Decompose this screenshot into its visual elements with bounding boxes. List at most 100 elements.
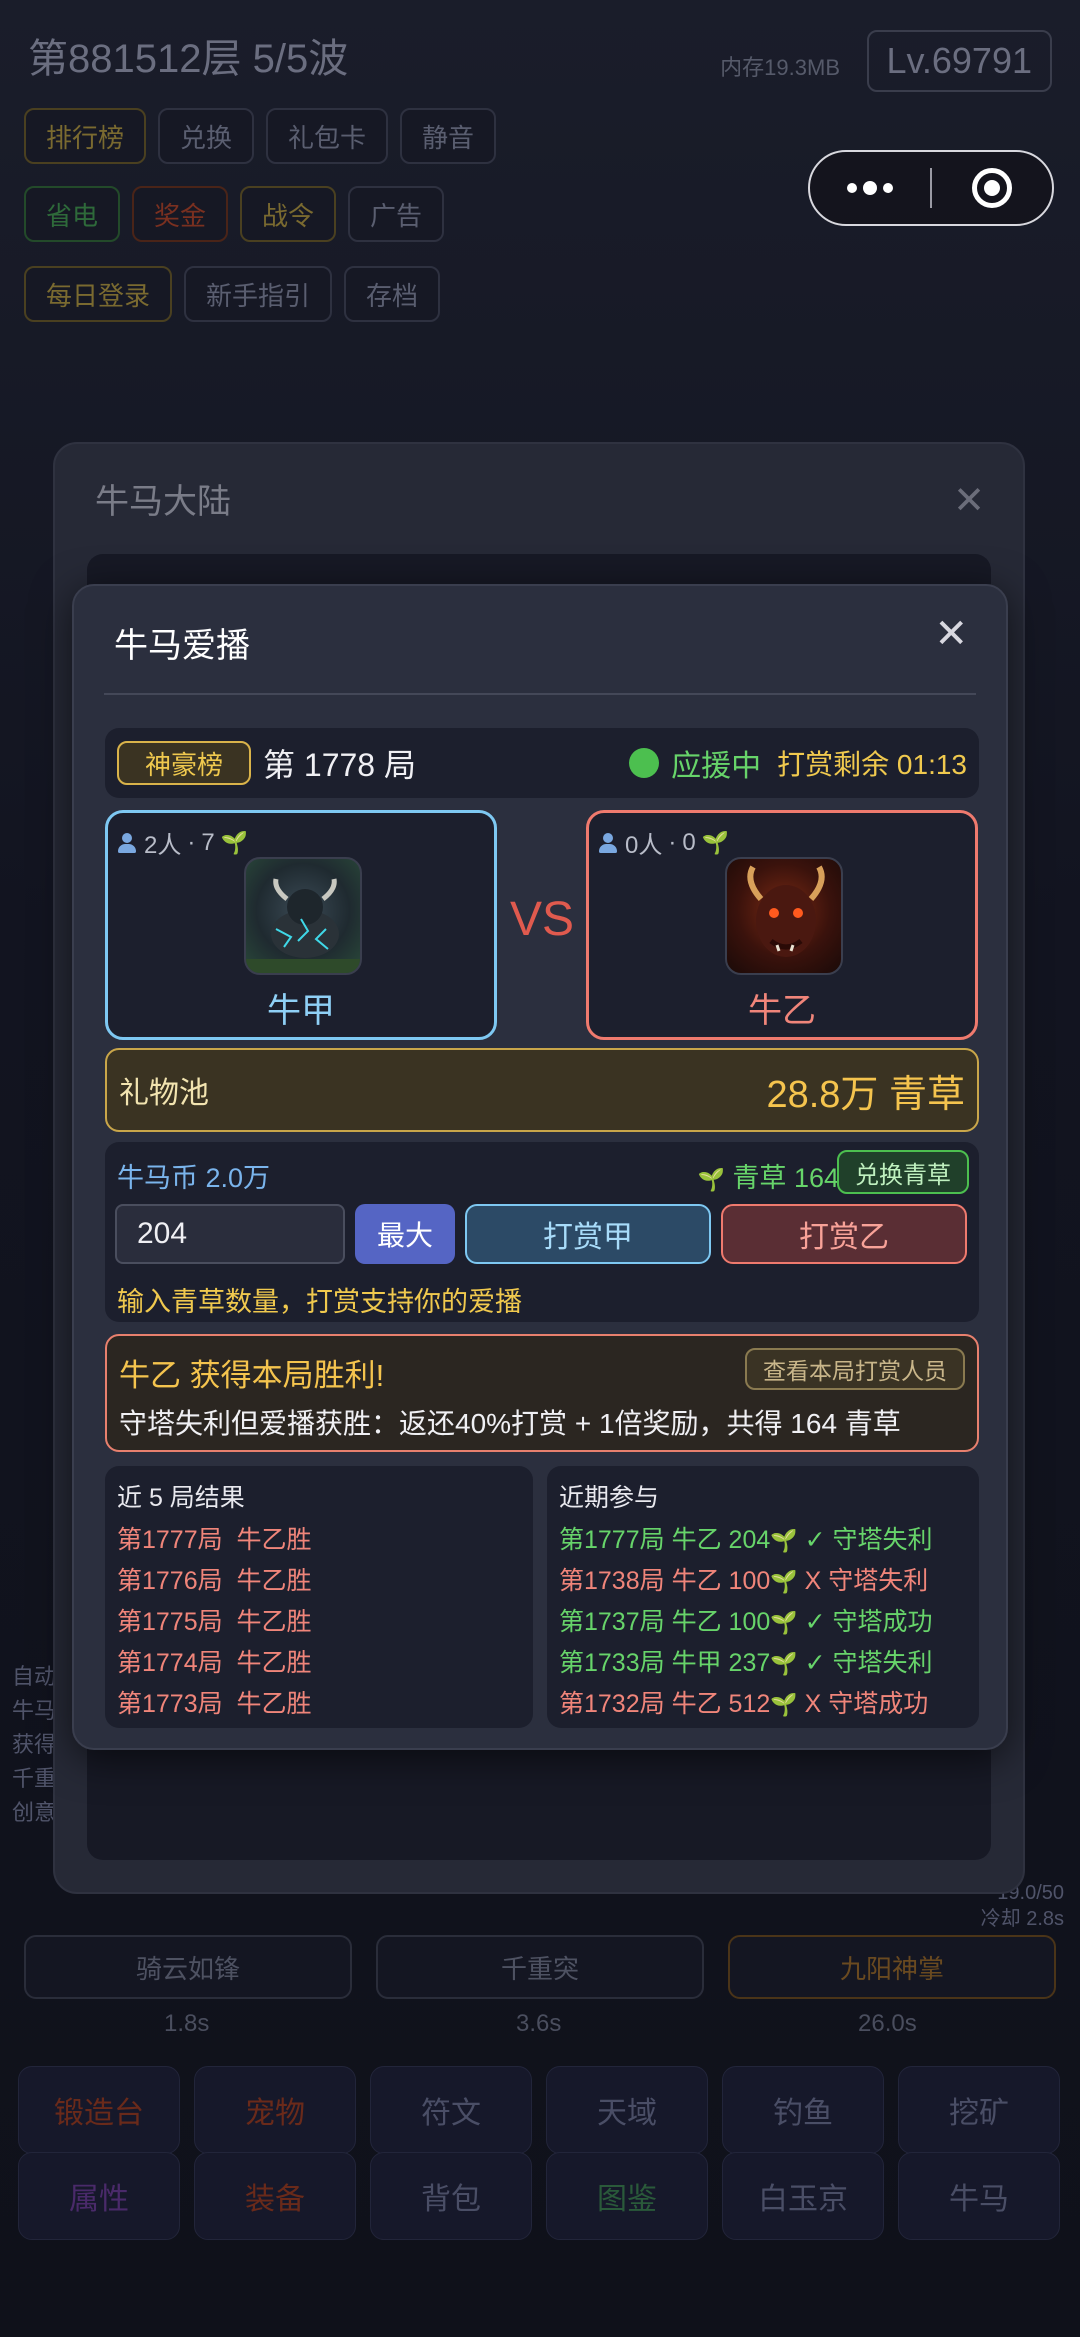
sprout-icon: 🌱 <box>701 829 730 855</box>
list-item: 第1774局 牛乙胜 <box>117 1643 521 1684</box>
round-result-panel: 牛乙 获得本局胜利! 查看本局打赏人员 守塔失利但爱播获胜：返还40%打赏 + … <box>105 1334 979 1452</box>
battle-pass-button[interactable]: 战令 <box>240 186 337 242</box>
nav-attributes[interactable]: 属性 <box>18 2152 180 2240</box>
separator: · <box>187 828 196 856</box>
save-button[interactable]: 存档 <box>344 266 441 322</box>
team-b-meta: 0人 · 0 🌱 <box>597 825 729 860</box>
sprout-icon: 🌱 <box>770 1651 798 1676</box>
result-round: 第1773局 <box>117 1690 223 1718</box>
bonus-button[interactable]: 奖金 <box>132 186 229 242</box>
skill-time: 26.0s <box>858 2010 917 2037</box>
team-a-name: 牛甲 <box>267 992 335 1030</box>
redeem-button[interactable]: 兑换 <box>158 108 255 164</box>
part-team: 牛乙 <box>671 1567 722 1595</box>
participation-title: 近期参与 <box>559 1484 660 1512</box>
list-item: 第1737局 牛乙 100🌱 ✓ 守塔成功 <box>559 1602 967 1643</box>
result-winner: 牛乙胜 <box>236 1608 312 1636</box>
daily-login-button[interactable]: 每日登录 <box>24 266 173 322</box>
bull-a-avatar <box>244 857 362 975</box>
result-description: 守塔失利但爱播获胜：返还40%打赏 + 1倍奖励，共得 164 青草 <box>119 1408 901 1439</box>
team-b-card[interactable]: 0人 · 0 🌱 牛乙 <box>586 810 978 1040</box>
mute-button[interactable]: 静音 <box>400 108 497 164</box>
skill-button[interactable]: 千重突 <box>376 1935 704 1999</box>
list-item: 第1777局 牛乙 204🌱 ✓ 守塔失利 <box>559 1520 967 1561</box>
team-a-card[interactable]: 2人 · 7 🌱 牛甲 <box>105 810 497 1040</box>
nav-baiyujing[interactable]: 白玉京 <box>722 2152 884 2240</box>
nav-equipment[interactable]: 装备 <box>194 2152 356 2240</box>
cross-icon: X <box>804 1567 822 1595</box>
participation-panel: 近期参与 第1777局 牛乙 204🌱 ✓ 守塔失利 第1738局 牛乙 100… <box>547 1466 979 1728</box>
cross-icon: X <box>804 1690 822 1718</box>
power-save-button[interactable]: 省电 <box>24 186 121 242</box>
more-icon[interactable] <box>810 181 930 195</box>
gift-pool: 礼物池 28.8万 青草 <box>105 1048 979 1132</box>
view-tippers-button[interactable]: 查看本局打赏人员 <box>745 1348 965 1390</box>
nav-sky[interactable]: 天域 <box>546 2066 708 2154</box>
grass-balance-text: 青草 164 <box>732 1163 839 1193</box>
check-icon: ✓ <box>804 1608 826 1636</box>
team-a-meta: 2人 · 7 🌱 <box>116 825 248 860</box>
person-icon <box>116 832 138 854</box>
nav-rune[interactable]: 符文 <box>370 2066 532 2154</box>
skill-time: 3.6s <box>516 2010 562 2037</box>
nav-fishing[interactable]: 钓鱼 <box>722 2066 884 2154</box>
sprout-icon: 🌱 <box>220 829 249 855</box>
outer-close-icon[interactable]: ✕ <box>953 478 985 523</box>
nav-codex[interactable]: 图鉴 <box>546 2152 708 2240</box>
tip-b-button[interactable]: 打赏乙 <box>721 1204 967 1264</box>
max-button[interactable]: 最大 <box>355 1204 455 1264</box>
sprout-icon: 🌱 <box>770 1528 798 1553</box>
divider <box>104 693 976 695</box>
nav-mining[interactable]: 挖矿 <box>898 2066 1060 2154</box>
nav-bag[interactable]: 背包 <box>370 2152 532 2240</box>
list-item: 第1733局 牛甲 237🌱 ✓ 守塔失利 <box>559 1643 967 1684</box>
leaderboard-button[interactable]: 排行榜 <box>24 108 147 164</box>
close-icon[interactable]: ✕ <box>934 614 968 654</box>
part-team: 牛乙 <box>671 1608 722 1636</box>
gift-card-button[interactable]: 礼包卡 <box>266 108 389 164</box>
exchange-grass-button[interactable]: 兑换青草 <box>837 1150 969 1194</box>
nav-niuma[interactable]: 牛马 <box>898 2152 1060 2240</box>
tip-hint: 输入青草数量，打赏支持你的爱播 <box>117 1287 522 1317</box>
skill-row: 骑云如锋 千重突 九阳神掌 <box>24 1935 1056 1999</box>
result-winner: 牛乙胜 <box>236 1649 312 1677</box>
skill-button[interactable]: 九阳神掌 <box>728 1935 1056 1999</box>
gift-pool-value: 28.8万 青草 <box>766 1073 965 1116</box>
grass-amount-input[interactable] <box>115 1204 345 1264</box>
round-number: 第 1778 局 <box>263 747 416 783</box>
nav-pet[interactable]: 宠物 <box>194 2066 356 2154</box>
part-round: 第1738局 <box>559 1567 665 1595</box>
memory-text: 内存19.3MB <box>720 55 840 80</box>
part-team: 牛甲 <box>671 1649 722 1677</box>
level-badge: Lv.69791 <box>866 30 1052 92</box>
sprout-icon: 🌱 <box>770 1692 798 1717</box>
sprout-icon: 🌱 <box>770 1610 798 1635</box>
tycoon-rank-button[interactable]: 神豪榜 <box>117 741 252 785</box>
part-round: 第1732局 <box>559 1690 665 1718</box>
ad-button[interactable]: 广告 <box>348 186 445 242</box>
nav-row-1: 锻造台 宠物 符文 天域 钓鱼 挖矿 <box>18 2066 1060 2154</box>
side-log: 自动 牛马 获得 千重 创意 <box>12 1660 56 1830</box>
tip-a-button[interactable]: 打赏甲 <box>465 1204 711 1264</box>
guide-button[interactable]: 新手指引 <box>184 266 333 322</box>
coin-balance: 牛马币 2.0万 <box>117 1163 271 1193</box>
side-log-line: 牛马 <box>12 1698 57 1723</box>
miniprogram-capsule <box>808 150 1054 226</box>
menu-row-1: 排行榜 兑换 礼包卡 静音 <box>24 108 497 164</box>
team-b-grass: 0 <box>682 828 696 856</box>
part-round: 第1733局 <box>559 1649 665 1677</box>
team-b-name: 牛乙 <box>748 992 816 1030</box>
result-round: 第1775局 <box>117 1608 223 1636</box>
list-item: 第1775局 牛乙胜 <box>117 1602 521 1643</box>
part-amount: 237 <box>728 1649 771 1677</box>
part-outcome: 守塔成功 <box>832 1608 933 1636</box>
status-text: 应援中 <box>671 750 762 783</box>
nav-forge[interactable]: 锻造台 <box>18 2066 180 2154</box>
round-bar: 神豪榜 第 1778 局 应援中 打赏剩余 01:13 <box>105 728 979 798</box>
skill-button[interactable]: 骑云如锋 <box>24 1935 352 1999</box>
vs-label: VS <box>510 893 575 946</box>
person-icon <box>597 832 619 854</box>
close-miniprogram-icon[interactable] <box>932 168 1052 208</box>
separator: · <box>668 828 677 856</box>
result-winner: 牛乙胜 <box>236 1526 312 1554</box>
